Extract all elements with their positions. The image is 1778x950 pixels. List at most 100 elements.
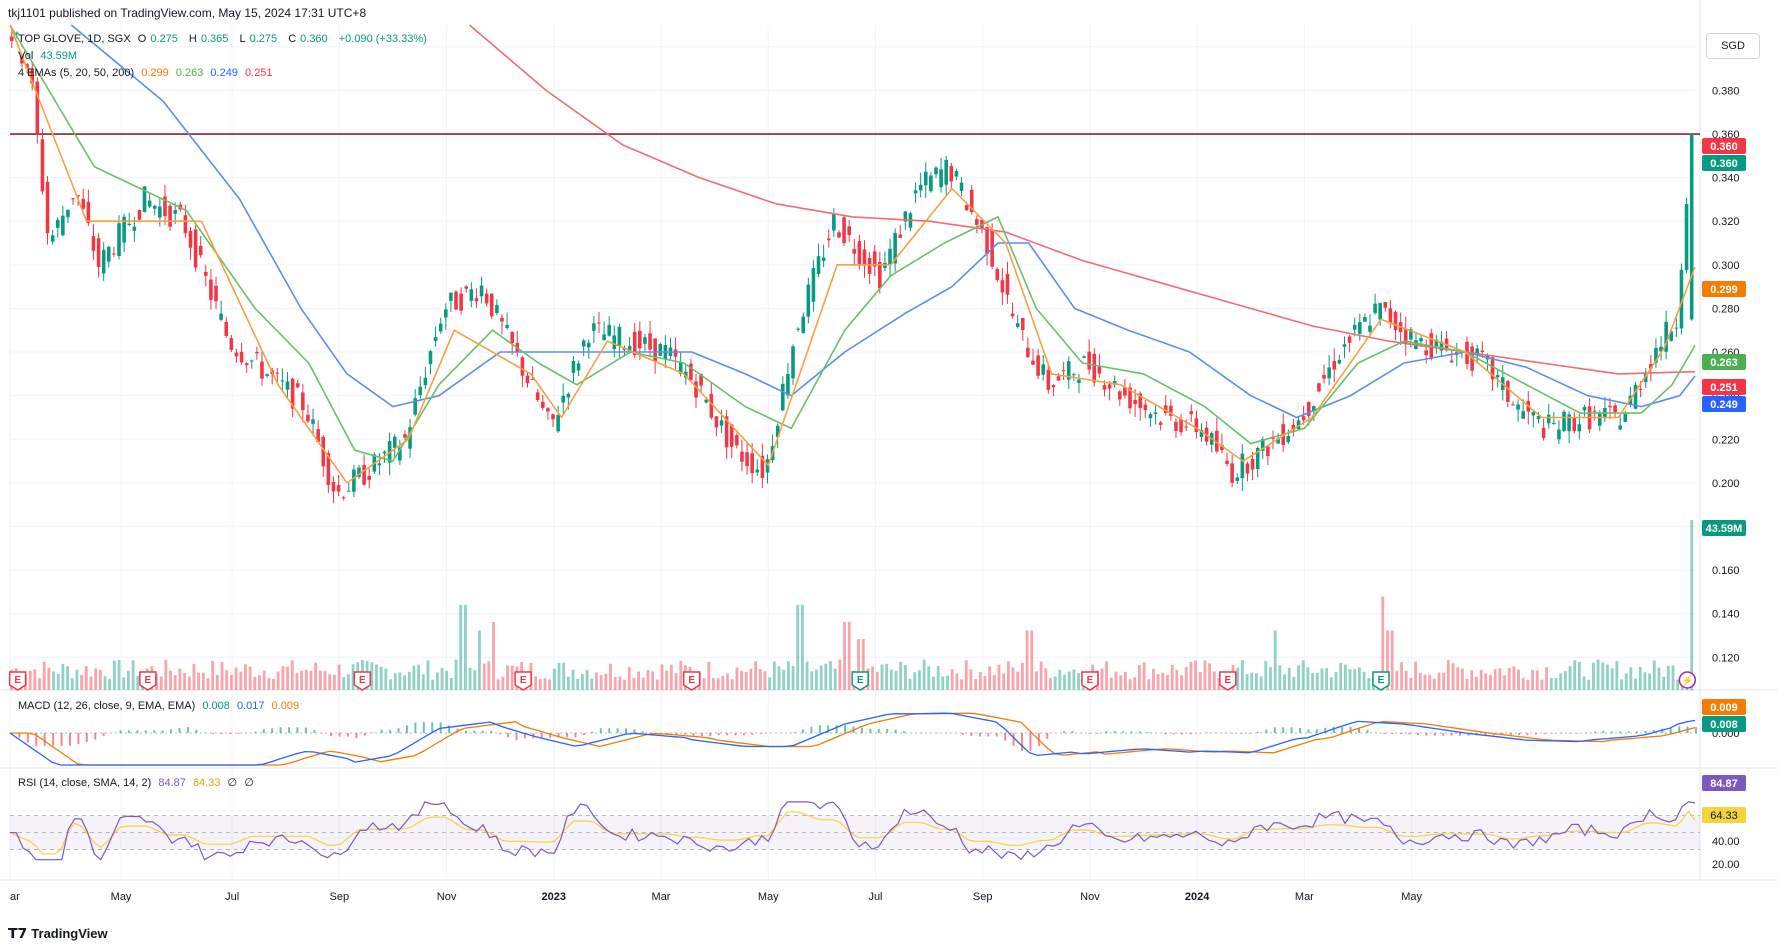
candle-body [1179,418,1183,433]
candle-body [566,393,571,398]
volume-bar [1264,661,1268,690]
candle-body [239,351,244,363]
macd-hist-bar [810,726,813,733]
volume-bar [56,673,60,690]
price-tick-label: 0.380 [1712,85,1740,97]
candle-body [1572,417,1577,432]
candle-body [1301,416,1306,421]
volume-bar [281,665,285,690]
volume-bar [899,661,903,690]
rsi-tick-label: 40.00 [1712,836,1740,848]
macd-hist-bar [987,733,990,737]
volume-bar [192,664,196,690]
price-badge-text: 0.249 [1710,399,1738,411]
volume-bar [1128,679,1132,690]
candle-body [484,293,489,304]
macd-line [9,712,1696,766]
candle-body [648,333,652,350]
volume-bar [599,675,603,690]
volume-bar [28,670,32,690]
volume-bar [1194,660,1197,690]
macd-hist-bar [1543,733,1546,734]
volume-bar [75,669,79,690]
volume-bar [1123,671,1127,690]
price-tick-label: 0.220 [1712,434,1740,446]
volume-bar [538,679,542,690]
candle-body [66,209,70,218]
candle-body [45,181,50,234]
candle-body [1174,421,1178,431]
macd-hist-bar [363,733,366,736]
volume-bar [829,661,832,690]
volume-bar [234,667,238,690]
volume-bar [772,661,776,690]
volume-bar [740,670,743,690]
volume-bar [122,677,126,690]
macd-hist-value: 0.008 [202,700,230,712]
ema50-value: 0.249 [210,67,238,79]
candle-body [1546,414,1551,424]
rsi-label: RSI (14, close, SMA, 14, 2) [18,777,152,789]
macd-hist-bar [304,727,307,733]
macd-hist-bar [1012,733,1015,746]
candle-body [505,324,509,328]
volume-bar [1418,672,1422,690]
rsi-ma-badge-text: 64.33 [1710,810,1738,822]
chart-canvas[interactable]: EEEEEEEEE⚡ 0.4000.3800.3600.3400.3200.30… [0,0,1778,950]
footer-brand[interactable]: 𝗧𝟳 TradingView [8,925,108,942]
rsi-pane [9,801,1700,861]
macd-hist-bar [296,727,299,733]
ema200-line [468,24,1696,375]
macd-hist-bar [1256,731,1259,733]
volume-bar [1451,663,1455,690]
macd-hist-bar [1240,733,1243,734]
macd-hist-bar [742,733,745,736]
time-tick-label: May [111,891,132,903]
candle-body [173,210,177,214]
volume-bar [950,669,954,690]
macd-hist-bar [52,733,55,746]
candle-body [158,206,162,218]
time-tick-label: Nov [1080,891,1100,903]
volume-bar [449,677,453,690]
macd-hist-bar [414,722,417,733]
volume-bar [1250,672,1254,690]
macd-hist-bar [1096,733,1099,734]
candle-body [1026,347,1030,358]
volume-bar [824,663,828,690]
candle-body [331,481,336,492]
candle-body [1342,344,1347,347]
candle-body [249,360,254,362]
candle-body [1608,405,1612,408]
currency-button[interactable]: SGD [1706,33,1760,59]
volume-bar [843,622,846,690]
macd-hist-bar [203,732,206,733]
earnings-marker-label: E [1087,675,1094,686]
macd-hist-bar [1273,727,1276,733]
volume-bar [1362,671,1366,690]
volume-bar [1105,661,1109,690]
candle-body [489,293,494,317]
macd-hist-bar [1577,733,1580,734]
volume-bar [426,660,430,690]
macd-legend: MACD (12, 26, close, 9, EMA, EMA) 0.008 … [18,700,303,712]
candle-body [204,271,208,276]
candle-body [821,257,826,261]
candle-body [1250,458,1255,470]
macd-hist-bar [726,733,729,736]
change-value: +0.090 (+33.33%) [338,33,427,45]
macd-hist-bar [1560,733,1563,734]
macd-hist-bar [195,729,198,733]
close-value: C 0.360 [288,33,328,45]
macd-hist-bar [1627,731,1630,733]
macd-hist-bar [43,733,46,746]
candle-body [1021,317,1025,331]
candle-body [1363,317,1367,322]
macd-hist-bar [288,727,291,733]
volume-bar [674,672,678,690]
candle-body [117,223,121,257]
candle-body [1286,435,1291,443]
symbol-name: TOP GLOVE, 1D, SGX [18,33,131,45]
volume-bar [712,678,715,690]
volume-bar [1236,667,1240,690]
